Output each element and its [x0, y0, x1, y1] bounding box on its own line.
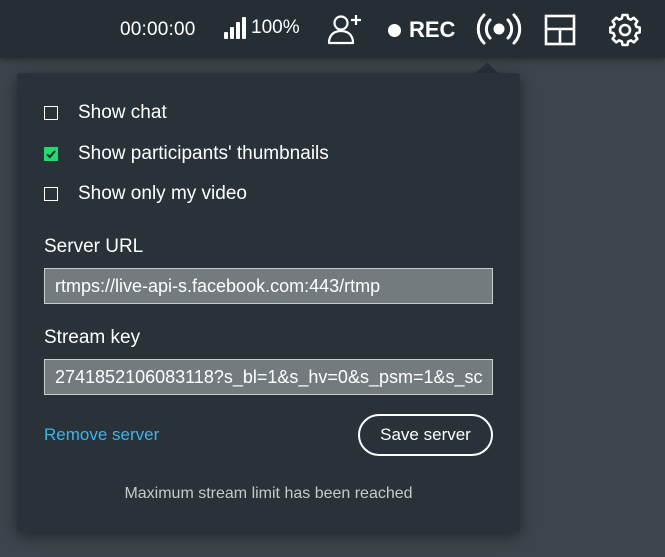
live-stream-button[interactable] — [476, 11, 522, 47]
signal-bars-icon — [224, 17, 246, 39]
show-thumbnails-label: Show participants' thumbnails — [78, 143, 329, 164]
checkmark-icon — [46, 150, 56, 159]
option-show-only-my-video[interactable]: Show only my video — [44, 183, 247, 205]
show-chat-label: Show chat — [78, 102, 167, 123]
stream-limit-message: Maximum stream limit has been reached — [124, 485, 413, 502]
server-url-input[interactable] — [44, 268, 493, 304]
broadcast-icon — [476, 13, 522, 45]
option-show-chat[interactable]: Show chat — [44, 102, 167, 124]
add-participant-button[interactable] — [326, 12, 364, 46]
show-chat-checkbox[interactable] — [44, 106, 58, 120]
recording-timer: 00:00:00 — [120, 19, 196, 40]
connection-quality[interactable]: 100% — [224, 15, 300, 41]
top-toolbar: 00:00:00 100% REC — [0, 0, 665, 58]
show-only-my-video-label: Show only my video — [78, 183, 247, 204]
stream-key-label: Stream key — [44, 327, 141, 348]
remove-server-link[interactable]: Remove server — [44, 425, 159, 445]
live-stream-settings-popover: Show chat Show participants' thumbnails … — [17, 73, 520, 532]
show-only-my-video-checkbox[interactable] — [44, 187, 58, 201]
popover-caret — [476, 62, 498, 73]
option-show-thumbnails[interactable]: Show participants' thumbnails — [44, 143, 329, 165]
save-server-button[interactable]: Save server — [358, 414, 493, 456]
stream-key-input[interactable] — [44, 359, 493, 395]
show-thumbnails-checkbox[interactable] — [44, 147, 58, 161]
record-dot-icon — [388, 23, 401, 37]
signal-percent: 100% — [251, 17, 300, 38]
settings-button[interactable] — [608, 13, 642, 47]
server-url-label: Server URL — [44, 236, 144, 257]
layout-icon — [544, 14, 576, 46]
record-label: REC — [409, 17, 456, 42]
record-button[interactable]: REC — [388, 17, 455, 43]
gear-icon — [609, 13, 641, 47]
user-plus-icon — [327, 15, 361, 45]
layout-button[interactable] — [544, 14, 578, 46]
